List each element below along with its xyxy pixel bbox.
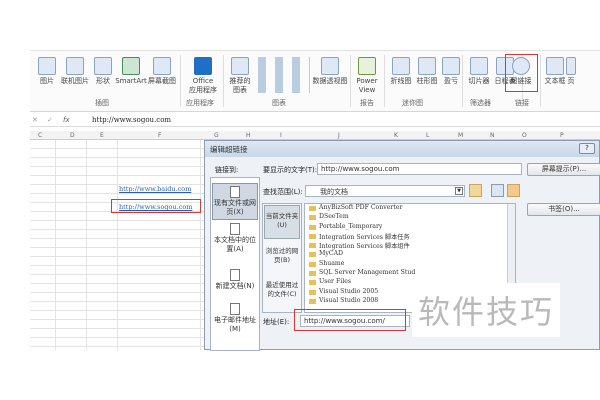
column-header: J: [338, 132, 340, 139]
group-filters: 筛选器: [470, 99, 491, 107]
fx-icon[interactable]: fx: [63, 116, 70, 124]
ribbon-screenshot-button[interactable]: 屏幕截图: [146, 57, 178, 86]
ribbon-office-apps-button[interactable]: Office 应用程序: [185, 57, 221, 95]
column-header: M: [458, 132, 464, 139]
sheet-grid[interactable]: [30, 140, 210, 350]
list-item[interactable]: AnyBizSoft PDF Converter: [305, 204, 515, 213]
cancel-icon[interactable]: ✕: [32, 116, 38, 124]
display-text-label: 要显示的文字(T):: [263, 166, 318, 174]
ribbon-smartart-button[interactable]: SmartArt: [114, 57, 148, 86]
subnav-browsed-pages[interactable]: 浏览过的网页(B): [264, 241, 300, 265]
web-page-icon: [230, 186, 240, 198]
column-header: D: [70, 132, 75, 139]
selected-cell-highlight: [111, 199, 201, 213]
link-to-label: 链接到:: [215, 166, 239, 174]
watermark: 软件技巧: [412, 283, 561, 337]
browse-file-icon[interactable]: [507, 184, 520, 197]
hyperlink-highlight: [505, 54, 538, 92]
column-header: H: [246, 132, 251, 139]
list-item[interactable]: Integration Services 脚本任务: [305, 232, 515, 241]
list-item[interactable]: DSeeTem: [305, 213, 515, 222]
power-view-icon: [358, 57, 376, 75]
list-item[interactable]: MyCAD: [305, 250, 515, 259]
group-sparklines: 迷你图: [402, 99, 423, 107]
group-illustrations: 插图: [95, 99, 109, 107]
formula-bar: ✕ ✓ fx http://www.sogou.com: [30, 115, 600, 127]
dialog-title: 编辑超链接: [210, 145, 248, 154]
formula-input[interactable]: http://www.sogou.com: [92, 116, 171, 124]
email-icon: [230, 303, 240, 315]
online-picture-icon: [66, 57, 84, 75]
column-header: C: [38, 132, 43, 139]
winloss-sparkline-icon: [442, 57, 460, 75]
ribbon-pivot-chart-button[interactable]: 数据透视图: [312, 57, 348, 86]
lookin-label: 查找范围(L):: [263, 188, 303, 196]
chart-type-icons[interactable]: [258, 57, 310, 93]
column-header: P: [560, 132, 564, 139]
column-header: L: [426, 132, 430, 139]
up-folder-icon[interactable]: [469, 184, 482, 197]
browse-web-icon[interactable]: [491, 184, 504, 197]
ribbon-recommended-charts-button[interactable]: 推荐的 图表: [225, 57, 255, 95]
ribbon-picture-button[interactable]: 图片: [32, 57, 62, 86]
cell-link-baidu[interactable]: http://www.baidu.com: [119, 185, 191, 193]
lookin-select[interactable]: 我的文档 ▼: [305, 185, 465, 197]
chevron-down-icon: ▼: [455, 187, 463, 195]
group-apps: 应用程序: [186, 99, 214, 107]
lookin-value: 我的文档: [320, 188, 348, 196]
bookmark-button[interactable]: 书签(O)...: [527, 203, 600, 216]
ribbon-header-button[interactable]: 页: [564, 57, 578, 86]
textbox-icon: [546, 57, 564, 75]
column-header: K: [394, 132, 398, 139]
ribbon: 图片 联机图片 形状 SmartArt 屏幕截图 Office 应用程序 推荐的…: [30, 50, 600, 112]
line-sparkline-icon: [392, 57, 410, 75]
list-item[interactable]: Shuame: [305, 260, 515, 269]
column-header: F: [158, 132, 162, 139]
ribbon-online-picture-button[interactable]: 联机图片: [60, 57, 90, 86]
ribbon-power-view-button[interactable]: Power View: [352, 57, 382, 95]
nav-existing-file[interactable]: 现有文件或网页(X): [212, 183, 258, 220]
subnav-recent-files[interactable]: 最近使用过的文件(C): [264, 275, 300, 299]
office-apps-icon: [194, 57, 212, 75]
column-header: N: [490, 132, 495, 139]
help-button[interactable]: ?: [579, 143, 595, 154]
column-header: I: [280, 132, 282, 139]
nav-new-document[interactable]: 新建文档(N): [212, 269, 258, 291]
screentip-button[interactable]: 屏幕提示(P)...: [527, 163, 600, 176]
group-charts: 图表: [272, 99, 286, 107]
address-label: 地址(E):: [263, 318, 290, 326]
dialog-title-bar: 编辑超链接 ?: [205, 141, 599, 157]
column-headers: C D E F G H I J K L M N O P: [30, 131, 600, 140]
document-place-icon: [230, 223, 240, 235]
subnav-current-folder[interactable]: 当前文件夹(U): [264, 205, 300, 239]
smartart-icon: [122, 57, 140, 75]
pivot-chart-icon: [321, 57, 339, 75]
display-text-input[interactable]: http://www.sogou.com: [317, 163, 522, 175]
enter-icon[interactable]: ✓: [47, 116, 53, 124]
address-highlight: [294, 309, 406, 331]
group-reports: 报告: [360, 99, 374, 107]
list-item[interactable]: Integration Services 脚本组件: [305, 241, 515, 250]
header-icon: [566, 57, 576, 75]
recommended-charts-icon: [231, 57, 249, 75]
screenshot-icon: [153, 57, 171, 75]
column-header: G: [214, 132, 219, 139]
list-item[interactable]: Portable_Temporary: [305, 223, 515, 232]
column-header: E: [100, 132, 104, 139]
nav-place-in-document[interactable]: 本文档中的位置(A): [212, 223, 258, 254]
list-item[interactable]: SQL Server Management Stud: [305, 269, 515, 278]
nav-email-address[interactable]: 电子邮件地址(M): [212, 303, 258, 334]
picture-icon: [38, 57, 56, 75]
new-document-icon: [230, 269, 240, 281]
column-header: O: [522, 132, 527, 139]
slicer-icon: [470, 57, 488, 75]
column-sparkline-icon: [418, 57, 436, 75]
shapes-icon: [94, 57, 112, 75]
group-links: 链接: [515, 99, 529, 107]
